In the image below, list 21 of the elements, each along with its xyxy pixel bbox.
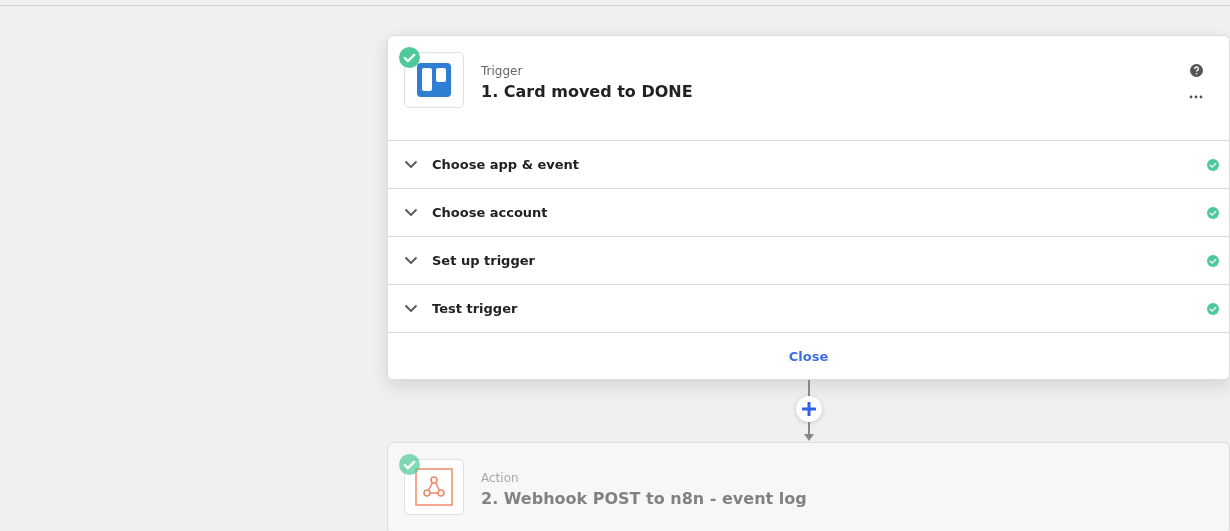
- help-icon[interactable]: [1189, 64, 1203, 77]
- close-button[interactable]: Close: [780, 344, 837, 368]
- add-step-button[interactable]: [795, 396, 822, 422]
- arrow-connector: [803, 422, 814, 442]
- step-title: 1. Card moved to DONE: [481, 82, 694, 101]
- section-title[interactable]: Choose app & event: [432, 157, 1207, 172]
- section-title[interactable]: Choose account: [432, 205, 1207, 220]
- connector-line: [806, 380, 811, 396]
- section-title[interactable]: Test trigger: [432, 301, 1207, 316]
- chevron-down-icon[interactable]: [404, 208, 418, 217]
- webhook-icon: [415, 468, 453, 506]
- board-icon: [417, 63, 451, 97]
- chevron-down-icon[interactable]: [404, 160, 418, 169]
- chevron-down-icon[interactable]: [404, 256, 418, 265]
- section-title[interactable]: Set up trigger: [432, 253, 1207, 268]
- chevron-down-icon[interactable]: [404, 304, 418, 313]
- more-icon[interactable]: [1189, 95, 1203, 99]
- step-title: 2. Webhook POST to n8n - event log: [481, 489, 808, 508]
- plus-icon: [801, 402, 816, 416]
- step-type-label: Action: [481, 471, 520, 485]
- step-type-label: Trigger: [481, 64, 524, 78]
